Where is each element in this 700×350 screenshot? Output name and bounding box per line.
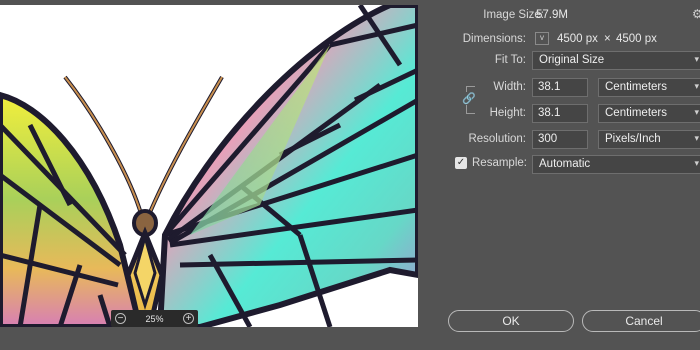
- fit-to-value: Original Size: [539, 54, 605, 66]
- resample-select[interactable]: Automatic ▾: [532, 155, 700, 174]
- resolution-label: Resolution:: [468, 133, 526, 145]
- width-field[interactable]: 38.1: [532, 78, 588, 97]
- resample-checkbox[interactable]: ✓: [455, 157, 467, 169]
- image-size-label: Image Size:: [483, 9, 544, 21]
- resample-value: Automatic: [539, 158, 591, 170]
- width-label: Width:: [493, 81, 526, 93]
- chevron-down-icon: ▾: [694, 158, 699, 168]
- width-unit-value: Centimeters: [605, 81, 667, 93]
- height-field[interactable]: 38.1: [532, 104, 588, 123]
- image-size-value: 57.9M: [536, 9, 568, 21]
- dimensions-width: 4500 px: [557, 33, 598, 45]
- zoom-level: 25%: [145, 313, 164, 324]
- image-preview[interactable]: − 25% +: [0, 5, 418, 327]
- width-unit-select[interactable]: Centimeters ▾: [598, 78, 700, 97]
- dimensions-height: 4500 px: [616, 33, 657, 45]
- link-icon[interactable]: 🔗: [462, 92, 476, 105]
- resolution-field[interactable]: 300: [532, 130, 588, 149]
- chevron-down-icon: ▾: [694, 81, 699, 91]
- dimensions-times: ×: [604, 33, 611, 45]
- height-unit-value: Centimeters: [605, 107, 667, 119]
- resolution-unit-select[interactable]: Pixels/Inch ▾: [598, 130, 700, 149]
- height-unit-select[interactable]: Centimeters ▾: [598, 104, 700, 123]
- zoom-control: − 25% +: [111, 310, 198, 327]
- gear-icon[interactable]: ⚙: [692, 7, 700, 21]
- chevron-down-icon: ▾: [694, 54, 699, 64]
- ok-button[interactable]: OK: [448, 310, 574, 332]
- chevron-down-icon: ▾: [694, 107, 699, 117]
- fit-to-select[interactable]: Original Size ▾: [532, 51, 700, 70]
- chevron-down-icon: ▾: [694, 133, 699, 143]
- image-size-panel: Image Size: 57.9M ⚙ Dimensions: v 4500 p…: [418, 0, 700, 350]
- cancel-button[interactable]: Cancel: [582, 310, 700, 332]
- resample-label: Resample:: [472, 157, 527, 169]
- resolution-unit-value: Pixels/Inch: [605, 133, 661, 145]
- zoom-in-icon[interactable]: +: [182, 313, 194, 324]
- dimensions-label: Dimensions:: [462, 33, 526, 45]
- butterfly-artwork: [0, 5, 418, 327]
- zoom-out-icon[interactable]: −: [115, 313, 126, 324]
- chevron-down-icon[interactable]: v: [535, 32, 549, 45]
- height-label: Height:: [489, 107, 526, 119]
- fit-to-label: Fit To:: [494, 54, 526, 66]
